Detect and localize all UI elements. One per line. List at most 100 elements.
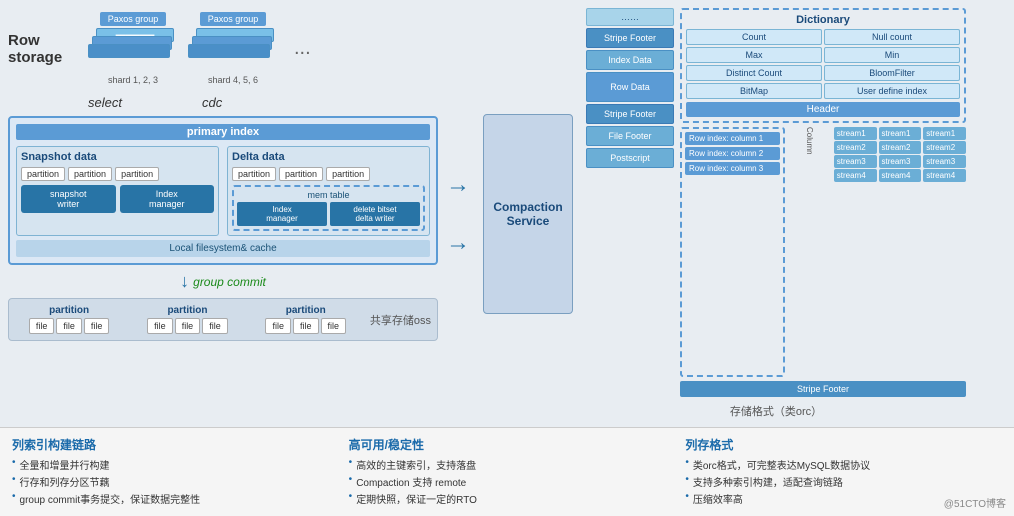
index-manager-2: Indexmanager [237, 202, 327, 226]
stream4-3: stream4 [923, 169, 966, 182]
row-index-streams: Row index: column 1 Row index: column 2 … [680, 127, 966, 377]
bottom-item-3a: • 类orc格式，可完整表达MySQL数据协议 [685, 457, 1002, 472]
bottom-item-2b: • Compaction 支持 remote [349, 474, 666, 489]
dict-distinct: Distinct Count [686, 65, 822, 81]
snapshot-writer: snapshotwriter [21, 185, 116, 213]
primary-index-title: primary index [16, 124, 430, 140]
bottom-col-2: 高可用/稳定性 • 高效的主键索引，支持落盘 • Compaction 支持 r… [349, 436, 666, 508]
row-index-box: Row index: column 1 Row index: column 2 … [680, 127, 785, 377]
snapshot-title: Snapshot data [21, 151, 214, 163]
main-container: Row storage Paxos group ━━━━━━━━ shard 1… [0, 0, 1014, 516]
stream2-2: stream2 [879, 141, 922, 154]
stream2-3: stream2 [923, 141, 966, 154]
col-group-1: Column [789, 127, 832, 377]
bullet-2c: • [349, 491, 353, 502]
index-content: Snapshot data partition partition partit… [16, 146, 430, 236]
partition-group-3: partition file file file [252, 305, 360, 334]
bottom-item-1c: • group commit事务提交，保证数据完整性 [12, 491, 329, 506]
file-1c: file [84, 318, 110, 334]
stream4-2: stream4 [879, 169, 922, 182]
delta-box: Delta data partition partition partition… [227, 146, 430, 236]
compaction-label: Compaction Service [493, 200, 562, 228]
file-row-1: file file file [29, 318, 110, 334]
part-chip-1: partition [21, 167, 65, 181]
orc-stripe-footer-1: Stripe Footer [586, 28, 674, 48]
bottom-item-3b: • 支持多种索引构建，适配查询链路 [685, 474, 1002, 489]
delta-part-3: partition [326, 167, 370, 181]
storage-diagram: …… Stripe Footer Index Data Row Data Str… [586, 8, 966, 397]
row-storage-area: Row storage Paxos group ━━━━━━━━ shard 1… [8, 8, 438, 89]
file-3a: file [265, 318, 291, 334]
dict-count: Count [686, 29, 822, 45]
stream3-1: stream3 [834, 155, 877, 168]
file-row-3: file file file [265, 318, 346, 334]
stream3-3: stream3 [923, 155, 966, 168]
bullet-2b: • [349, 474, 353, 485]
primary-index-box: primary index Snapshot data partition pa… [8, 116, 438, 265]
snapshot-sub-boxes: snapshotwriter Indexmanager [21, 185, 214, 213]
oss-label: 共享存储oss [370, 312, 431, 328]
dict-title: Dictionary [686, 14, 960, 26]
item-text-2a: 高效的主键索引，支持落盘 [356, 457, 476, 472]
file-2c: file [202, 318, 228, 334]
arrows-panel: → → [446, 8, 470, 419]
item-text-2b: Compaction 支持 remote [356, 474, 466, 489]
bottom-title-2: 高可用/稳定性 [349, 436, 666, 453]
orc-file-footer: File Footer [586, 126, 674, 146]
orc-postscript: Postscript [586, 148, 674, 168]
file-1b: file [56, 318, 82, 334]
bottom-item-1b: • 行存和列存分区节藕 [12, 474, 329, 489]
bottom-col-1: 列索引构建链路 • 全量和增量并行构建 • 行存和列存分区节藕 • group … [12, 436, 329, 508]
file-2b: file [175, 318, 201, 334]
paxos-group-1: Paxos group ━━━━━━━━ shard 1, 2, 3 [88, 12, 178, 85]
snapshot-partitions: partition partition partition [21, 167, 214, 181]
item-text-1a: 全量和增量并行构建 [20, 457, 110, 472]
middle-panel: Compaction Service [478, 8, 578, 419]
item-text-1b: 行存和列存分区节藕 [20, 474, 110, 489]
index-manager-1: Indexmanager [120, 185, 215, 213]
dict-header: Header [686, 102, 960, 117]
stream-col-3: stream1 stream2 stream3 stream4 [923, 127, 966, 377]
bullet-3c: • [685, 491, 689, 502]
stream-col-1: stream1 stream2 stream3 stream4 [834, 127, 877, 377]
delta-partitions: partition partition partition [232, 167, 425, 181]
part-chip-3: partition [115, 167, 159, 181]
stream4-1: stream4 [834, 169, 877, 182]
mem-table-box: mem table Indexmanager delete bitsetdelt… [232, 185, 425, 231]
local-fs-label: Local filesystem& cache [16, 240, 430, 257]
partitions-row: partition file file file partition file … [8, 298, 438, 341]
bottom-section: 列索引构建链路 • 全量和增量并行构建 • 行存和列存分区节藕 • group … [0, 427, 1014, 516]
watermark: @51CTO博客 [944, 495, 1006, 510]
stripe-footer-bottom: Stripe Footer [680, 381, 966, 397]
delta-part-2: partition [279, 167, 323, 181]
partition-group-2: partition file file file [133, 305, 241, 334]
file-3b: file [293, 318, 319, 334]
bullet-3b: • [685, 474, 689, 485]
down-arrow-icon: ↓ [180, 271, 189, 292]
delta-writer: delete bitsetdelta writer [330, 202, 420, 226]
dict-grid: Count Null count Max Min Distinct Count … [686, 29, 960, 99]
dict-max: Max [686, 47, 822, 63]
snapshot-box: Snapshot data partition partition partit… [16, 146, 219, 236]
partition-title-2: partition [167, 305, 207, 316]
paxos-group-2: Paxos group shard 4, 5, 6 [188, 12, 278, 85]
dict-null-count: Null count [824, 29, 960, 45]
bullet-1a: • [12, 457, 16, 468]
shard-label-1: shard 1, 2, 3 [108, 75, 158, 85]
file-3c: file [321, 318, 347, 334]
dict-bloom: BloomFilter [824, 65, 960, 81]
partition-group-1: partition file file file [15, 305, 123, 334]
streams-wrapper: Column stream1 stream2 stream3 stream4 [789, 127, 966, 377]
paxos-label-1: Paxos group [100, 12, 167, 26]
stream1-3: stream1 [923, 127, 966, 140]
file-1a: file [29, 318, 55, 334]
partition-title-3: partition [286, 305, 326, 316]
stream1-2: stream1 [879, 127, 922, 140]
row-storage-label: Row storage [8, 32, 78, 66]
disk-1c [88, 44, 170, 58]
shard-label-2: shard 4, 5, 6 [208, 75, 258, 85]
top-section: Row storage Paxos group ━━━━━━━━ shard 1… [0, 0, 1014, 427]
orc-stripe-footer-2: Stripe Footer [586, 104, 674, 124]
disk-2c [188, 44, 270, 58]
dict-box: Dictionary Count Null count Max Min Dist… [680, 8, 966, 123]
